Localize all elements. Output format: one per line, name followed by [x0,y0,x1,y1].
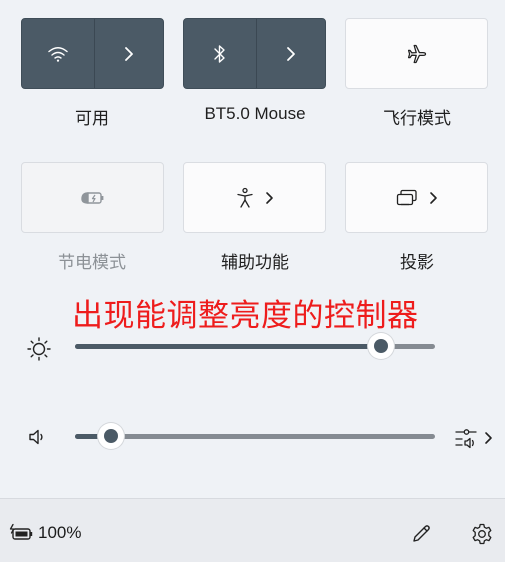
sun-icon [24,334,54,364]
airplane-icon [406,43,428,65]
speaker-icon [24,424,50,450]
project-tile[interactable] [345,162,488,233]
annotation-text: 出现能调整亮度的控制器 [72,298,419,333]
volume-slider[interactable] [75,423,435,449]
battery-percent-text: 100% [38,523,82,542]
audio-output-icon [454,426,482,450]
settings-button[interactable] [467,519,497,549]
pencil-icon [410,523,432,545]
footer-bar: 100% [0,498,505,562]
battery-charging-icon [8,523,36,543]
brightness-slider-fill [75,344,381,349]
wifi-expand-button[interactable] [95,19,163,88]
wifi-tile [21,18,164,89]
chevron-right-icon [484,431,493,445]
bluetooth-toggle-button[interactable] [184,19,257,88]
accessibility-label: 辅助功能 [221,253,289,272]
brightness-slider-thumb[interactable] [368,333,394,359]
airplane-mode-label: 飞行模式 [383,109,451,128]
bluetooth-icon [213,44,227,64]
wifi-toggle-button[interactable] [22,19,95,88]
accessibility-tile[interactable] [183,162,326,233]
airplane-mode-tile[interactable] [345,18,488,89]
chevron-right-icon [265,191,274,205]
bluetooth-expand-button[interactable] [257,19,325,88]
battery-status-button[interactable]: 100% [8,521,81,545]
accessibility-icon [235,187,255,209]
audio-output-button[interactable] [451,424,495,452]
brightness-slider[interactable] [75,333,435,359]
wifi-icon [47,45,69,63]
chevron-right-icon [124,46,134,62]
gear-icon [470,522,494,546]
battery-saver-icon [80,189,106,207]
chevron-right-icon [286,46,296,62]
bluetooth-label: BT5.0 Mouse [204,104,306,123]
wifi-label: 可用 [75,109,109,128]
project-icon [395,188,419,208]
chevron-right-icon [429,191,438,205]
battery-saver-label: 节电模式 [58,253,126,272]
battery-saver-tile[interactable] [21,162,164,233]
volume-slider-thumb[interactable] [98,423,124,449]
edit-quick-settings-button[interactable] [406,519,436,549]
project-label: 投影 [400,253,434,272]
bluetooth-tile [183,18,326,89]
